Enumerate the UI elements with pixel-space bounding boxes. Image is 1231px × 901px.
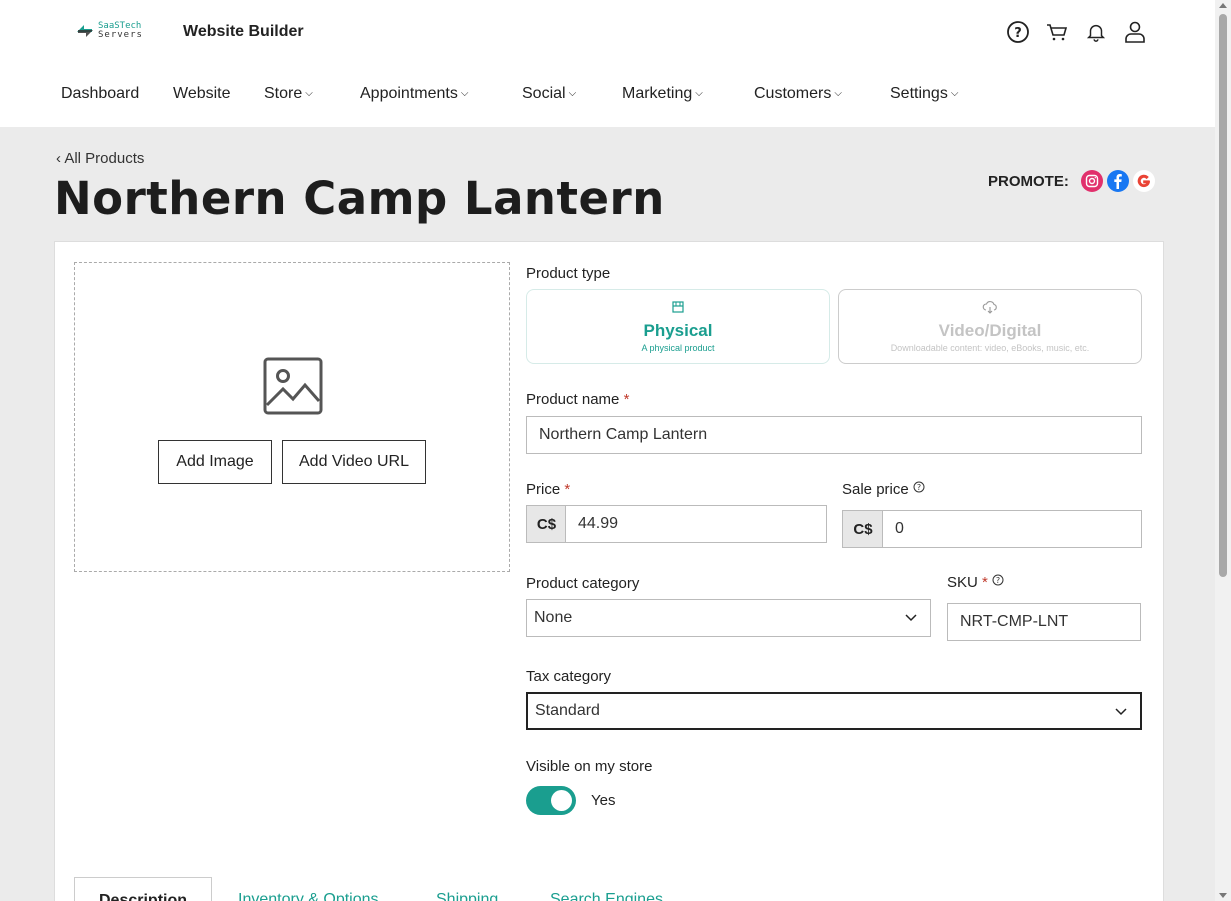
sku-label: SKU * ? xyxy=(947,574,1004,591)
chevron-down-icon: ⌵ xyxy=(460,88,469,99)
promote-bar: PROMOTE: xyxy=(988,170,1159,192)
chevron-down-icon: ⌵ xyxy=(834,88,842,99)
nav-store[interactable]: Store ⌵ xyxy=(264,85,313,103)
price-currency: C$ xyxy=(526,505,566,543)
toggle-knob xyxy=(551,790,572,811)
chevron-down-icon: ⌵ xyxy=(950,88,959,99)
promote-label: PROMOTE: xyxy=(988,172,1069,190)
price-input[interactable]: 44.99 xyxy=(565,505,827,543)
chevron-down-icon: ⌵ xyxy=(568,88,577,99)
bell-icon[interactable] xyxy=(1081,18,1111,46)
sku-input[interactable]: NRT-CMP-LNT xyxy=(947,603,1141,641)
nav-settings[interactable]: Settings ⌵ xyxy=(890,85,958,103)
sale-price-label: Sale price ? xyxy=(842,481,925,498)
tax-category-label: Tax category xyxy=(526,668,612,685)
nav-customers[interactable]: Customers ⌵ xyxy=(754,85,842,103)
chevron-down-icon: ⌵ xyxy=(695,88,703,99)
digital-desc: Downloadable content: video, eBooks, mus… xyxy=(890,343,1090,353)
media-dropzone[interactable] xyxy=(74,262,510,572)
scrollbar-thumb[interactable] xyxy=(1219,14,1227,577)
tab-inventory-options[interactable]: Inventory & Options xyxy=(238,877,379,901)
scroll-down-icon[interactable] xyxy=(1219,893,1227,898)
product-type-physical[interactable]: Physical A physical product xyxy=(526,289,830,364)
price-label: Price * xyxy=(526,481,571,498)
scrollbar[interactable] xyxy=(1215,0,1231,901)
add-video-url-button[interactable]: Add Video URL xyxy=(282,440,426,484)
visible-value: Yes xyxy=(591,792,616,809)
sale-price-currency: C$ xyxy=(842,510,883,548)
image-placeholder-icon xyxy=(263,357,323,415)
nav-appointments[interactable]: Appointments ⌵ xyxy=(360,85,468,103)
product-name-label: Product name * xyxy=(526,391,630,408)
physical-title: Physical xyxy=(643,321,713,340)
cart-icon[interactable] xyxy=(1042,18,1072,46)
nav-website[interactable]: Website xyxy=(173,85,231,103)
svg-text:?: ? xyxy=(996,576,1000,585)
help-icon[interactable]: ? xyxy=(1003,18,1033,46)
app-title: Website Builder xyxy=(183,23,304,40)
tab-description[interactable]: Description xyxy=(74,877,213,901)
instagram-icon[interactable] xyxy=(1080,170,1103,192)
category-label: Product category xyxy=(526,575,640,592)
digital-title: Video/Digital xyxy=(938,321,1042,340)
sale-price-input[interactable]: 0 xyxy=(882,510,1142,548)
logo-line2: Servers xyxy=(98,30,143,40)
cloud-download-icon xyxy=(982,301,997,314)
chevron-down-icon xyxy=(1115,708,1127,716)
top-bar: SaaSTech Servers Website Builder ? Dashb… xyxy=(0,0,1215,127)
google-icon[interactable] xyxy=(1132,170,1155,192)
user-icon[interactable] xyxy=(1120,18,1150,46)
logo[interactable]: SaaSTech Servers xyxy=(74,20,143,42)
visible-label: Visible on my store xyxy=(526,758,653,775)
chevron-down-icon: ⌵ xyxy=(305,88,313,99)
add-image-button[interactable]: Add Image xyxy=(158,440,272,484)
nav-dashboard[interactable]: Dashboard xyxy=(61,85,139,103)
facebook-icon[interactable] xyxy=(1106,170,1129,192)
nav-social[interactable]: Social ⌵ xyxy=(522,85,576,103)
product-name-input[interactable]: Northern Camp Lantern xyxy=(526,416,1142,454)
visible-toggle[interactable] xyxy=(526,786,576,815)
nav-marketing[interactable]: Marketing ⌵ xyxy=(622,85,703,103)
tab-shipping[interactable]: Shipping xyxy=(436,877,498,901)
breadcrumb-all-products[interactable]: ‹ All Products xyxy=(56,150,144,167)
scroll-up-icon[interactable] xyxy=(1219,3,1227,8)
product-type-digital[interactable]: Video/Digital Downloadable content: vide… xyxy=(838,289,1142,364)
tax-category-select[interactable]: Standard xyxy=(526,692,1142,730)
logo-mark-icon xyxy=(77,25,93,37)
store-icon xyxy=(672,301,684,313)
help-circle-icon[interactable]: ? xyxy=(992,574,1004,586)
help-circle-icon[interactable]: ? xyxy=(913,481,925,493)
chevron-down-icon xyxy=(905,614,917,622)
product-type-label: Product type xyxy=(526,265,611,282)
page-title: Northern Camp Lantern xyxy=(54,172,665,225)
category-select[interactable]: None xyxy=(526,599,931,637)
tab-search-engines[interactable]: Search Engines xyxy=(550,877,663,901)
svg-text:?: ? xyxy=(917,483,921,492)
physical-desc: A physical product xyxy=(641,343,715,353)
svg-text:?: ? xyxy=(1014,26,1022,41)
